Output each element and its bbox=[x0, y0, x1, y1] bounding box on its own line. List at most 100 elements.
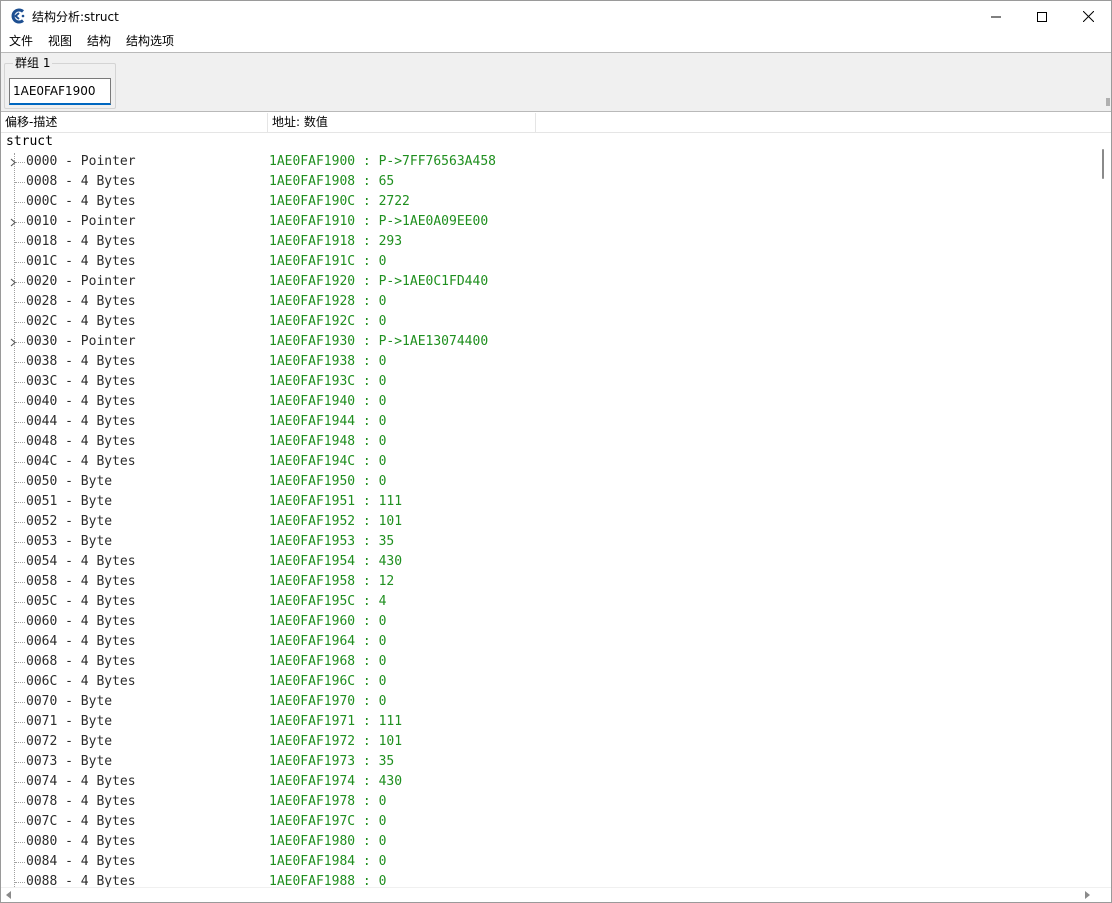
row-offset-description: 005C - 4 Bytes bbox=[26, 594, 136, 609]
tree-branch-line bbox=[15, 722, 25, 723]
row-offset-description: 0078 - 4 Bytes bbox=[26, 794, 136, 809]
tree-row[interactable]: 0044 - 4 Bytes 1AE0FAF1944 : 0 bbox=[1, 413, 1095, 433]
vertical-scrollbar[interactable] bbox=[1095, 133, 1111, 887]
tree-branch-line bbox=[15, 482, 25, 483]
tree-row[interactable]: 0073 - Byte 1AE0FAF1973 : 35 bbox=[1, 753, 1095, 773]
chevron-right-icon[interactable] bbox=[10, 218, 16, 227]
tree-row[interactable]: 0058 - 4 Bytes 1AE0FAF1958 : 12 bbox=[1, 573, 1095, 593]
vertical-scroll-thumb[interactable] bbox=[1102, 149, 1104, 179]
tree-row[interactable]: 0078 - 4 Bytes 1AE0FAF1978 : 0 bbox=[1, 793, 1095, 813]
row-offset-description: 003C - 4 Bytes bbox=[26, 374, 136, 389]
tree-row[interactable]: 0052 - Byte 1AE0FAF1952 : 101 bbox=[1, 513, 1095, 533]
row-offset-description: 0018 - 4 Bytes bbox=[26, 234, 136, 249]
column-offset-description[interactable]: 偏移-描述 bbox=[1, 113, 268, 133]
maximize-icon bbox=[1037, 11, 1047, 22]
maximize-button[interactable] bbox=[1019, 1, 1065, 32]
row-offset-description: 0084 - 4 Bytes bbox=[26, 854, 136, 869]
row-address-value: 1AE0FAF1988 : 0 bbox=[269, 874, 387, 887]
tree-row[interactable]: 0071 - Byte 1AE0FAF1971 : 111 bbox=[1, 713, 1095, 733]
minimize-button[interactable] bbox=[973, 1, 1019, 32]
row-address-value: 1AE0FAF194C : 0 bbox=[269, 454, 387, 469]
column-address-value[interactable]: 地址: 数值 bbox=[268, 113, 536, 133]
tree-row[interactable]: 000C - 4 Bytes 1AE0FAF190C : 2722 bbox=[1, 193, 1095, 213]
scroll-right-icon[interactable] bbox=[1083, 891, 1091, 899]
row-address-value: 1AE0FAF1960 : 0 bbox=[269, 614, 387, 629]
tree-branch-line bbox=[15, 562, 25, 563]
chevron-right-icon[interactable] bbox=[10, 158, 16, 167]
tree-row[interactable]: 007C - 4 Bytes 1AE0FAF197C : 0 bbox=[1, 813, 1095, 833]
close-button[interactable] bbox=[1065, 1, 1111, 32]
tree-row[interactable]: 001C - 4 Bytes 1AE0FAF191C : 0 bbox=[1, 253, 1095, 273]
menu-file[interactable]: 文件 bbox=[1, 32, 40, 52]
tree-branch-line bbox=[15, 502, 25, 503]
tree-branch-line bbox=[15, 862, 25, 863]
tree-row[interactable]: 0050 - Byte 1AE0FAF1950 : 0 bbox=[1, 473, 1095, 493]
tree-row[interactable]: 005C - 4 Bytes 1AE0FAF195C : 4 bbox=[1, 593, 1095, 613]
chevron-right-icon[interactable] bbox=[10, 338, 16, 347]
panel-resize-handle[interactable] bbox=[1106, 98, 1110, 106]
address-input[interactable] bbox=[9, 78, 111, 105]
tree-row[interactable]: 0080 - 4 Bytes 1AE0FAF1980 : 0 bbox=[1, 833, 1095, 853]
row-offset-description: 0030 - Pointer bbox=[26, 334, 136, 349]
scroll-left-icon[interactable] bbox=[5, 891, 13, 899]
tree-branch-line bbox=[15, 782, 25, 783]
tree-row[interactable]: 0072 - Byte 1AE0FAF1972 : 101 bbox=[1, 733, 1095, 753]
row-offset-description: 0010 - Pointer bbox=[26, 214, 136, 229]
row-offset-description: 0000 - Pointer bbox=[26, 154, 136, 169]
row-address-value: 1AE0FAF192C : 0 bbox=[269, 314, 387, 329]
tree-row[interactable]: 0054 - 4 Bytes 1AE0FAF1954 : 430 bbox=[1, 553, 1095, 573]
tree-row[interactable]: 0068 - 4 Bytes 1AE0FAF1968 : 0 bbox=[1, 653, 1095, 673]
tree-row[interactable]: 0028 - 4 Bytes 1AE0FAF1928 : 0 bbox=[1, 293, 1095, 313]
tree-row[interactable]: 0053 - Byte 1AE0FAF1953 : 35 bbox=[1, 533, 1095, 553]
row-address-value: 1AE0FAF1920 : P->1AE0C1FD440 bbox=[269, 274, 489, 289]
tree-row[interactable]: 0000 - Pointer 1AE0FAF1900 : P->7FF76563A… bbox=[1, 153, 1095, 173]
tree-row[interactable]: 0064 - 4 Bytes 1AE0FAF1964 : 0 bbox=[1, 633, 1095, 653]
tree-row[interactable]: 0084 - 4 Bytes 1AE0FAF1984 : 0 bbox=[1, 853, 1095, 873]
row-address-value: 1AE0FAF1952 : 101 bbox=[269, 514, 403, 529]
row-address-value: 1AE0FAF1978 : 0 bbox=[269, 794, 387, 809]
structure-tree[interactable]: struct 0000 - Pointer 1AE0FAF1900 : P->7F… bbox=[1, 133, 1095, 887]
tree-row[interactable]: 0018 - 4 Bytes 1AE0FAF1918 : 293 bbox=[1, 233, 1095, 253]
row-address-value: 1AE0FAF1951 : 111 bbox=[269, 494, 403, 509]
minimize-icon bbox=[991, 16, 1001, 17]
row-address-value: 1AE0FAF1910 : P->1AE0A09EE00 bbox=[269, 214, 489, 229]
tree-branch-line bbox=[15, 322, 25, 323]
tree-row[interactable]: 0008 - 4 Bytes 1AE0FAF1908 : 65 bbox=[1, 173, 1095, 193]
tree-row[interactable]: 0060 - 4 Bytes 1AE0FAF1960 : 0 bbox=[1, 613, 1095, 633]
tree-row[interactable]: 0070 - Byte 1AE0FAF1970 : 0 bbox=[1, 693, 1095, 713]
tree-row[interactable]: 002C - 4 Bytes 1AE0FAF192C : 0 bbox=[1, 313, 1095, 333]
row-address-value: 1AE0FAF1968 : 0 bbox=[269, 654, 387, 669]
tree-row[interactable]: 0074 - 4 Bytes 1AE0FAF1974 : 430 bbox=[1, 773, 1095, 793]
row-address-value: 1AE0FAF197C : 0 bbox=[269, 814, 387, 829]
tree-row[interactable]: 0020 - Pointer 1AE0FAF1920 : P->1AE0C1FD4… bbox=[1, 273, 1095, 293]
tree-branch-line bbox=[15, 842, 25, 843]
menu-structure-options[interactable]: 结构选项 bbox=[118, 32, 181, 52]
tree-row[interactable]: 004C - 4 Bytes 1AE0FAF194C : 0 bbox=[1, 453, 1095, 473]
row-offset-description: 0058 - 4 Bytes bbox=[26, 574, 136, 589]
row-address-value: 1AE0FAF1950 : 0 bbox=[269, 474, 387, 489]
tree-row[interactable]: 0010 - Pointer 1AE0FAF1910 : P->1AE0A09EE… bbox=[1, 213, 1095, 233]
tree-row[interactable]: 0051 - Byte 1AE0FAF1951 : 111 bbox=[1, 493, 1095, 513]
tree-row[interactable]: 006C - 4 Bytes 1AE0FAF196C : 0 bbox=[1, 673, 1095, 693]
tree-branch-line bbox=[15, 462, 25, 463]
tree-branch-line bbox=[15, 542, 25, 543]
row-offset-description: 0074 - 4 Bytes bbox=[26, 774, 136, 789]
title-bar[interactable]: 结构分析:struct bbox=[1, 1, 1111, 32]
tree-row[interactable]: 0040 - 4 Bytes 1AE0FAF1940 : 0 bbox=[1, 393, 1095, 413]
tree-root-struct[interactable]: struct bbox=[6, 133, 53, 153]
row-offset-description: 0028 - 4 Bytes bbox=[26, 294, 136, 309]
tree-row[interactable]: 003C - 4 Bytes 1AE0FAF193C : 0 bbox=[1, 373, 1095, 393]
tree-row[interactable]: 0030 - Pointer 1AE0FAF1930 : P->1AE130744… bbox=[1, 333, 1095, 353]
column-divider[interactable] bbox=[535, 113, 536, 133]
chevron-right-icon[interactable] bbox=[10, 278, 16, 287]
row-address-value: 1AE0FAF1938 : 0 bbox=[269, 354, 387, 369]
row-address-value: 1AE0FAF1974 : 430 bbox=[269, 774, 403, 789]
horizontal-scrollbar[interactable] bbox=[1, 887, 1111, 902]
tree-branch-line bbox=[15, 762, 25, 763]
menu-view[interactable]: 视图 bbox=[40, 32, 79, 52]
menu-structure[interactable]: 结构 bbox=[79, 32, 118, 52]
tree-row[interactable]: 0088 - 4 Bytes 1AE0FAF1988 : 0 bbox=[1, 873, 1095, 887]
tree-row[interactable]: 0048 - 4 Bytes 1AE0FAF1948 : 0 bbox=[1, 433, 1095, 453]
tree-row[interactable]: 0038 - 4 Bytes 1AE0FAF1938 : 0 bbox=[1, 353, 1095, 373]
row-offset-description: 0060 - 4 Bytes bbox=[26, 614, 136, 629]
